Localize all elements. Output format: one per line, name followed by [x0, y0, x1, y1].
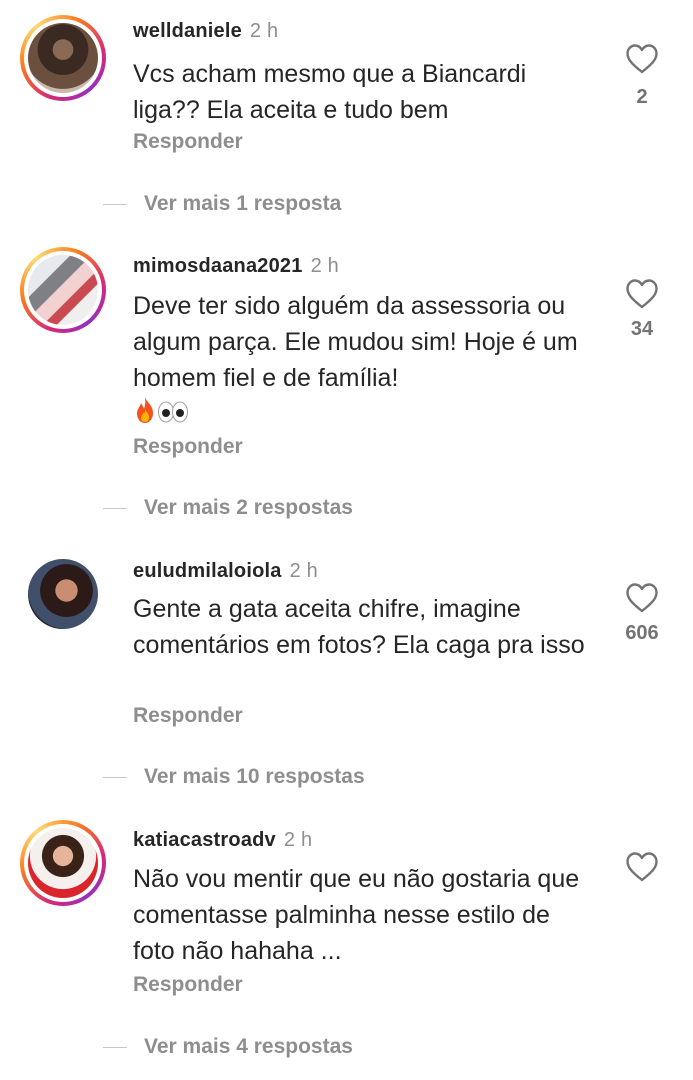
divider-line — [103, 204, 127, 205]
view-more-replies-label[interactable]: Ver mais 2 respostas — [144, 496, 353, 520]
heart-icon[interactable] — [626, 583, 658, 613]
avatar — [28, 559, 98, 629]
comment-text: Vcs acham mesmo que a Biancardi liga?? E… — [133, 60, 527, 124]
reply-button[interactable]: Responder — [133, 435, 243, 459]
avatar-story-ring[interactable] — [20, 820, 106, 906]
view-more-replies-label[interactable]: Ver mais 10 respostas — [144, 765, 365, 789]
avatar-plain[interactable] — [20, 551, 106, 637]
heart-icon[interactable] — [626, 852, 658, 882]
avatar — [28, 23, 98, 93]
divider-line — [103, 777, 127, 778]
avatar — [28, 255, 98, 325]
view-more-replies-label[interactable]: Ver mais 1 resposta — [144, 192, 341, 216]
comment-header: katiacastroadv 2 h — [133, 829, 312, 852]
divider-line — [103, 508, 127, 509]
view-more-replies-label[interactable]: Ver mais 4 respostas — [144, 1035, 353, 1059]
reply-button[interactable]: Responder — [133, 973, 243, 997]
username[interactable]: euludmilaloiola — [133, 560, 282, 582]
comment-header: euludmilaloiola 2 h — [133, 560, 318, 583]
avatar-story-ring[interactable] — [20, 247, 106, 333]
comment-header: mimosdaana2021 2 h — [133, 255, 339, 278]
eyes-emoji — [157, 397, 189, 433]
avatar-story-ring[interactable] — [20, 15, 106, 101]
comment-header: welldaniele 2 h — [133, 20, 278, 43]
timestamp: 2 h — [289, 560, 318, 582]
like-count: 2 — [636, 86, 648, 108]
comment-text-body: Deve ter sido alguém da assessoria ou al… — [133, 292, 578, 392]
comment-text: Não vou mentir que eu não gostaria que c… — [133, 865, 580, 965]
timestamp: 2 h — [283, 829, 313, 851]
heart-icon[interactable] — [626, 44, 658, 74]
username[interactable]: mimosdaana2021 — [133, 255, 303, 277]
username[interactable]: katiacastroadv — [133, 829, 276, 851]
comment-text: Deve ter sido alguém da assessoria ou al… — [133, 288, 593, 434]
timestamp: 2 h — [249, 20, 279, 42]
reply-button[interactable]: Responder — [133, 704, 243, 728]
comment-text: Gente a gata aceita chifre, imagine come… — [133, 595, 585, 659]
like-count: 34 — [630, 318, 654, 340]
fire-emoji — [133, 396, 157, 434]
divider-line — [103, 1047, 127, 1048]
username[interactable]: welldaniele — [133, 20, 242, 42]
like-count: 606 — [625, 622, 659, 644]
timestamp: 2 h — [310, 255, 339, 277]
reply-button[interactable]: Responder — [133, 130, 243, 154]
heart-icon[interactable] — [626, 279, 658, 309]
avatar — [28, 828, 98, 898]
